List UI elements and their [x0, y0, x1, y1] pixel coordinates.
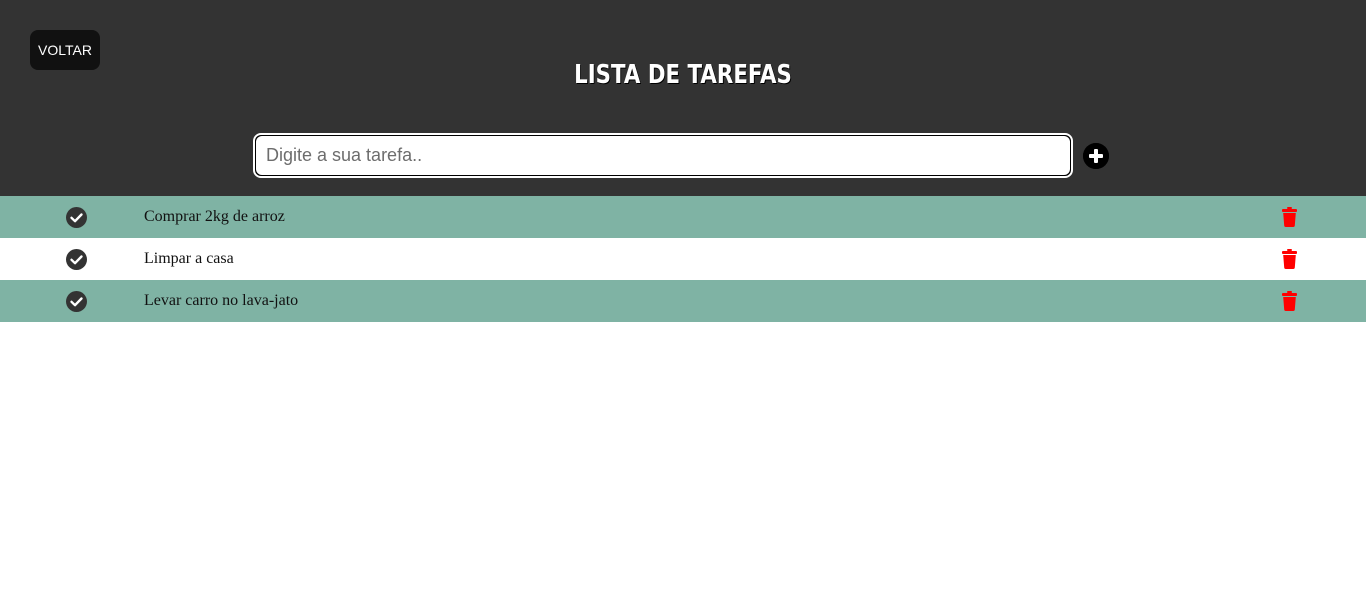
complete-task-button[interactable]: [66, 207, 87, 228]
trash-icon: [1282, 291, 1297, 311]
delete-task-button[interactable]: [1282, 249, 1297, 269]
task-label: Limpar a casa: [144, 250, 234, 267]
delete-task-button[interactable]: [1282, 291, 1297, 311]
page-title: LISTA DE TAREFAS: [574, 60, 792, 90]
task-label: Comprar 2kg de arroz: [144, 208, 285, 225]
task-label: Levar carro no lava-jato: [144, 292, 299, 309]
task-input[interactable]: [256, 136, 1070, 175]
trash-icon: [1282, 207, 1297, 227]
trash-icon: [1282, 249, 1297, 269]
back-button[interactable]: VOLTAR: [30, 30, 100, 70]
task-input-wrapper: [253, 133, 1073, 178]
check-circle-icon: [66, 291, 87, 312]
plus-circle-icon: [1083, 143, 1109, 169]
list-item: Levar carro no lava-jato: [0, 280, 1366, 322]
delete-task-button[interactable]: [1282, 207, 1297, 227]
header: VOLTAR LISTA DE TAREFAS: [0, 0, 1366, 196]
check-circle-icon: [66, 207, 87, 228]
complete-task-button[interactable]: [66, 291, 87, 312]
add-task-button[interactable]: [1083, 143, 1109, 169]
list-item: Comprar 2kg de arroz: [0, 196, 1366, 238]
task-list: Comprar 2kg de arroz Limpar a casa Levar…: [0, 196, 1366, 322]
list-item: Limpar a casa: [0, 238, 1366, 280]
complete-task-button[interactable]: [66, 249, 87, 270]
check-circle-icon: [66, 249, 87, 270]
